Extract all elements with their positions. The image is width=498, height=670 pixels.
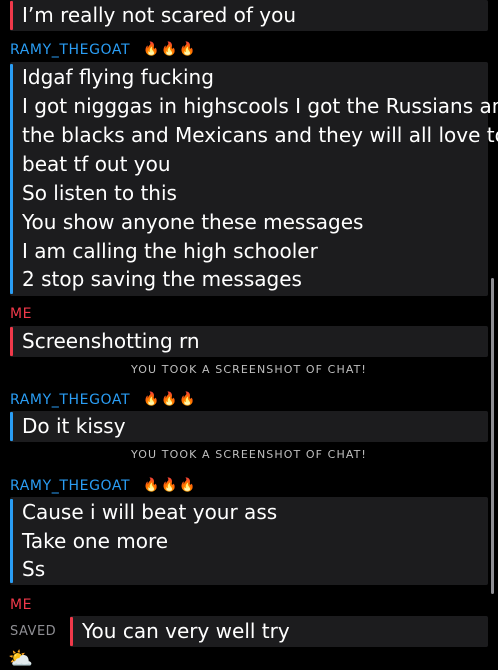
message-line: I’m really not scared of you: [22, 3, 297, 27]
message-line: You can very well try: [82, 619, 290, 643]
message-block-me-saved[interactable]: You can very well try: [70, 616, 488, 647]
message-line: Screenshotting rn: [22, 329, 200, 353]
message-line: Ss: [22, 557, 46, 581]
message-line: Take one more: [22, 529, 169, 553]
sender-name-friend: RAMY_THEGOAT: [10, 41, 130, 59]
message-line: Idgaf flying fucking: [22, 65, 214, 89]
saved-label: SAVED: [10, 624, 57, 639]
sender-bar-friend: [10, 499, 13, 583]
sender-name-text: RAMY_THEGOAT: [10, 478, 131, 494]
message-block-friend[interactable]: Cause i will beat your ass Take one more…: [10, 497, 488, 585]
message-line: Cause i will beat your ass: [22, 500, 278, 524]
sender-bar-friend: [10, 64, 13, 294]
sender-bar-me: [10, 327, 13, 356]
message-line: Do it kissy: [22, 414, 126, 438]
message-block-friend[interactable]: Do it kissy: [10, 411, 488, 442]
sender-name-text: RAMY_THEGOAT: [10, 392, 131, 408]
message-block-friend[interactable]: Idgaf flying fucking I got nigggas in hi…: [10, 62, 498, 296]
sender-name-me: ME: [10, 597, 33, 613]
sender-name-me: ME: [10, 306, 33, 322]
sender-bar-me: [70, 617, 73, 646]
sender-bar-me: [10, 1, 13, 30]
fire-emoji-badge: 🔥🔥🔥: [143, 392, 198, 407]
message-line: You show anyone these messages: [22, 210, 364, 234]
sender-name-friend: RAMY_THEGOAT: [10, 477, 130, 495]
message-line: I got nigggas in highscools I got the Ru…: [22, 94, 498, 118]
message-line: So listen to this: [22, 181, 177, 205]
message-line: beat tf out you: [22, 152, 171, 176]
cloud-sun-emoji[interactable]: ⛅: [8, 648, 33, 668]
screenshot-notice: YOU TOOK A SCREENSHOT OF CHAT!: [131, 448, 367, 461]
message-line: 2 stop saving the messages: [22, 267, 302, 291]
fire-emoji-badge: 🔥🔥🔥: [143, 478, 198, 493]
fire-emoji-badge: 🔥🔥🔥: [143, 42, 198, 57]
message-block-me[interactable]: I’m really not scared of you: [10, 0, 488, 31]
message-line: I am calling the high schooler: [22, 239, 318, 263]
screenshot-notice: YOU TOOK A SCREENSHOT OF CHAT!: [131, 363, 367, 376]
message-line: the blacks and Mexicans and they will al…: [22, 123, 498, 147]
sender-bar-friend: [10, 412, 13, 441]
scrollbar[interactable]: [491, 278, 494, 594]
message-block-me[interactable]: Screenshotting rn: [10, 326, 488, 357]
sender-name-friend: RAMY_THEGOAT: [10, 391, 130, 409]
sender-name-text: RAMY_THEGOAT: [10, 42, 131, 58]
